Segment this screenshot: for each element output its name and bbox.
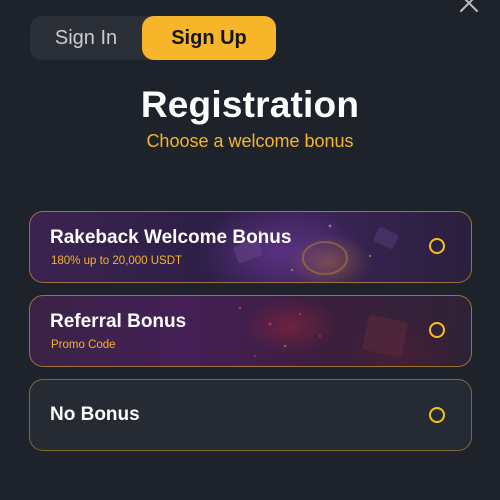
page-title: Registration	[140, 84, 360, 125]
bonus-radio[interactable]	[429, 322, 445, 338]
close-icon	[460, 0, 478, 12]
close-button[interactable]	[458, 0, 480, 14]
bonus-title: Referral Bonus	[50, 311, 187, 332]
auth-tabs: Sign In Sign Up	[30, 16, 276, 60]
tab-sign-in[interactable]: Sign In	[30, 16, 142, 60]
bonus-option-referral[interactable]: Referral Bonus Promo Code	[29, 295, 472, 367]
bonus-title: No Bonus	[50, 404, 140, 425]
page-subtitle: Choose a welcome bonus	[146, 131, 354, 151]
bonus-option-none[interactable]: No Bonus	[29, 379, 472, 451]
bonus-subtitle: Promo Code	[51, 339, 116, 351]
tab-sign-up[interactable]: Sign Up	[142, 16, 276, 60]
bonus-option-rakeback[interactable]: Rakeback Welcome Bonus 180% up to 20,000…	[29, 211, 472, 283]
bonus-title: Rakeback Welcome Bonus	[50, 227, 292, 248]
bonus-radio[interactable]	[429, 238, 445, 254]
bonus-subtitle: 180% up to 20,000 USDT	[51, 255, 183, 267]
bonus-radio[interactable]	[429, 407, 445, 423]
